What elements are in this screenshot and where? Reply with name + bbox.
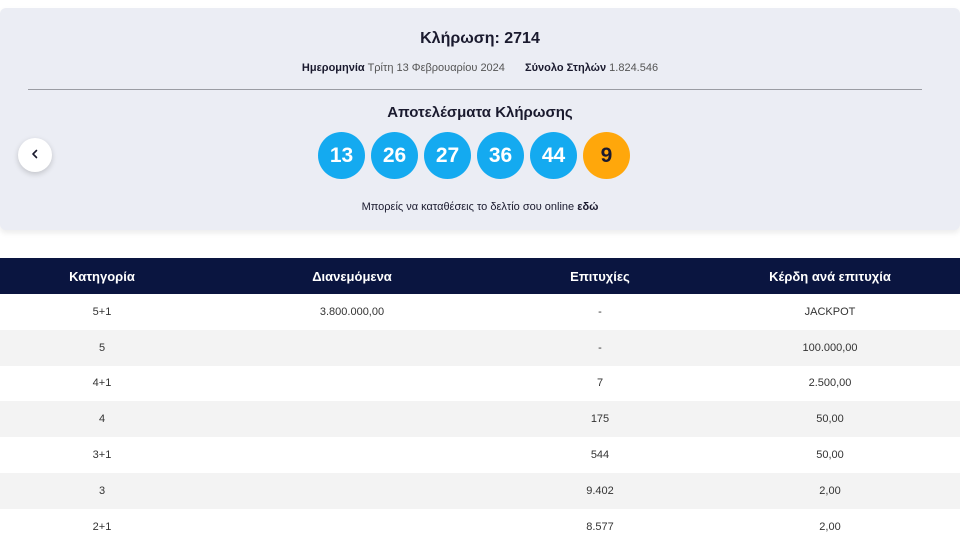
- cell-winners: 8.577: [586, 520, 614, 533]
- number-ball: 44: [530, 132, 577, 179]
- table-row: 5 - 100.000,00: [0, 329, 960, 366]
- cell-prize: 50,00: [816, 413, 844, 426]
- cell-category: 4+1: [92, 377, 112, 390]
- cell-winners: -: [598, 341, 602, 354]
- cell-winners: 544: [590, 449, 610, 462]
- bonus-ball: 9: [583, 132, 630, 179]
- cell-winners: 175: [590, 413, 610, 426]
- cell-prize: 2,00: [819, 520, 841, 533]
- online-text: Μπορείς να καταθέσεις το δελτίο σου onli…: [361, 201, 575, 213]
- columns-value: 1.824.546: [609, 62, 659, 74]
- draw-results-panel: Κλήρωση: 2714 Ημερομηνία Τρίτη 13 Φεβρου…: [0, 8, 960, 230]
- table-row: 2+1 8.577 2,00: [0, 508, 960, 545]
- cell-winners: 9.402: [586, 484, 614, 497]
- cell-prize: JACKPOT: [804, 305, 856, 318]
- online-link[interactable]: εδώ: [577, 201, 598, 213]
- cell-distributed: [204, 366, 500, 402]
- number-ball: 36: [477, 132, 524, 179]
- cell-distributed: 3.800.000,00: [319, 305, 385, 318]
- prize-table: Κατηγορία Διανεμόμενα Επιτυχίες Κέρδη αν…: [0, 258, 960, 545]
- cell-category: 4: [98, 413, 106, 426]
- cell-prize: 100.000,00: [802, 341, 858, 354]
- table-row: 5+1 3.800.000,00 - JACKPOT: [0, 294, 960, 330]
- cell-distributed: [204, 437, 500, 473]
- table-row: 4+1 7 2.500,00: [0, 365, 960, 402]
- number-ball: 26: [371, 132, 418, 179]
- draw-meta: Ημερομηνία Τρίτη 13 Φεβρουαρίου 2024 Σύν…: [0, 62, 960, 74]
- divider: [28, 89, 922, 90]
- cell-category: 3: [98, 484, 106, 497]
- date-value: Τρίτη 13 Φεβρουαρίου 2024: [367, 62, 505, 74]
- cell-distributed: [204, 509, 500, 545]
- cell-winners: 7: [596, 377, 604, 390]
- table-header-row: Κατηγορία Διανεμόμενα Επιτυχίες Κέρδη αν…: [0, 258, 960, 294]
- draw-title: Κλήρωση: 2714: [420, 30, 540, 47]
- header-distributed: Διανεμόμενα: [312, 268, 392, 284]
- number-ball: 13: [318, 132, 365, 179]
- cell-distributed: [204, 401, 500, 437]
- cell-winners: -: [598, 305, 602, 318]
- chevron-left-icon: [30, 146, 40, 164]
- cell-category: 2+1: [92, 520, 112, 533]
- online-ticket-note: Μπορείς να καταθέσεις το δελτίο σου onli…: [0, 201, 960, 213]
- winning-numbers: 13 26 27 36 44 9: [318, 132, 630, 179]
- header-category: Κατηγορία: [69, 268, 135, 284]
- cell-prize: 2,00: [819, 484, 841, 497]
- table-row: 4 175 50,00: [0, 401, 960, 438]
- cell-category: 5+1: [92, 305, 112, 318]
- table-row: 3+1 544 50,00: [0, 437, 960, 473]
- date-label: Ημερομηνία: [301, 62, 365, 74]
- cell-category: 5: [98, 341, 106, 354]
- table-row: 3 9.402 2,00: [0, 472, 960, 509]
- cell-category: 3+1: [92, 449, 112, 462]
- previous-draw-button[interactable]: [18, 138, 52, 172]
- cell-prize: 2.500,00: [808, 377, 852, 390]
- cell-distributed: [204, 330, 500, 366]
- header-winners: Επιτυχίες: [570, 268, 630, 284]
- cell-distributed: [204, 473, 500, 509]
- cell-prize: 50,00: [816, 449, 844, 462]
- results-title: Αποτελέσματα Κλήρωσης: [387, 104, 573, 121]
- columns-label: Σύνολο Στηλών: [525, 62, 607, 74]
- number-ball: 27: [424, 132, 471, 179]
- header-prize-per-winner: Κέρδη ανά επιτυχία: [769, 268, 891, 284]
